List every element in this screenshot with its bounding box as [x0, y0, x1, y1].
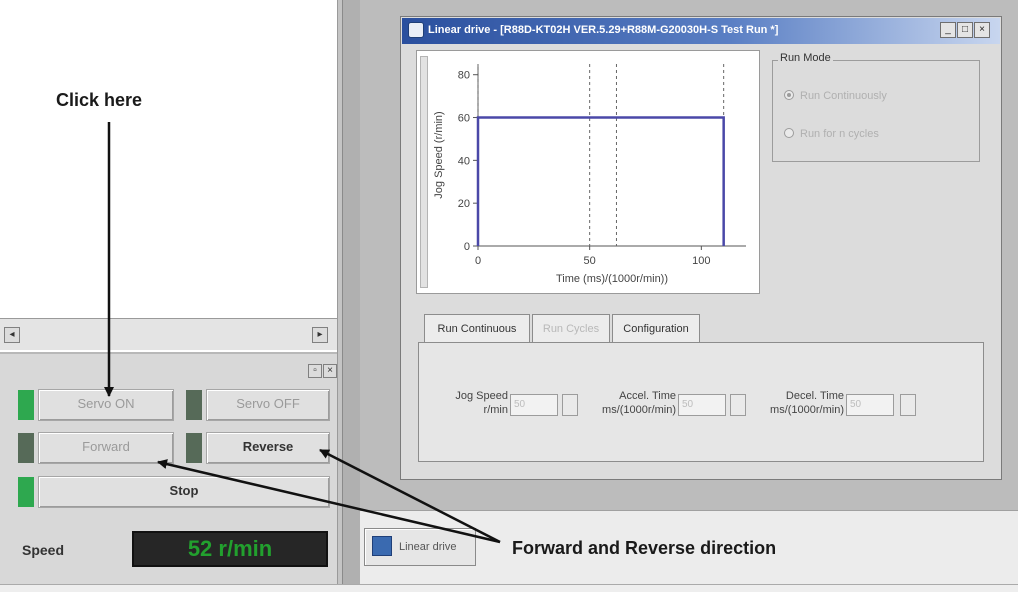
panel-restore-icon[interactable]: ▫ [308, 364, 322, 378]
jog-speed-series-line [476, 116, 725, 246]
y-axis-label: Jog Speed (r/min) [433, 111, 445, 198]
chart-svg: 0 20 40 60 80 0 50 100 Time (ms)/(1000r/min)) Jog… [433, 64, 746, 285]
y-tick-label: 20 [458, 198, 470, 210]
y-tick-label: 80 [458, 70, 470, 82]
accel-time-input[interactable]: 50 [678, 394, 726, 416]
stop-indicator [18, 477, 34, 507]
reverse-button[interactable]: Reverse [206, 432, 330, 464]
tab-run-continuous[interactable]: Run Continuous [424, 314, 530, 344]
mdi-frame-border [342, 0, 360, 584]
forward-button[interactable]: Forward [38, 432, 174, 464]
run-continuously-label: Run Continuously [800, 90, 887, 102]
servo-on-button[interactable]: Servo ON [38, 389, 174, 421]
tab-run-cycles[interactable]: Run Cycles [532, 314, 610, 344]
window-title: Linear drive - [R88D-KT02H VER.5.29+R88M… [428, 24, 779, 36]
x-tick-label: 100 [692, 255, 710, 267]
run-cycles-label: Run for n cycles [800, 128, 879, 140]
forward-indicator [18, 433, 34, 463]
linear-drive-app-icon [372, 536, 392, 556]
servo-on-indicator [18, 390, 34, 420]
jog-speed-input[interactable]: 50 [510, 394, 558, 416]
run-mode-group [772, 60, 980, 162]
x-axis-label: Time (ms)/(1000r/min)) [556, 273, 668, 285]
left-workspace [0, 0, 342, 318]
servo-off-button[interactable]: Servo OFF [206, 389, 330, 421]
speed-display: 52 r/min [132, 531, 328, 567]
y-tick-label: 0 [464, 241, 470, 253]
decel-time-input[interactable]: 50 [846, 394, 894, 416]
speed-label: Speed [22, 542, 65, 558]
jog-speed-label: Jog Speed [455, 390, 508, 402]
accel-time-spinner[interactable] [730, 394, 746, 416]
x-tick-label: 50 [584, 255, 596, 267]
window-app-icon [408, 22, 424, 38]
click-here-annotation: Click here [56, 90, 143, 110]
x-tick-label: 0 [475, 255, 481, 267]
stop-button[interactable]: Stop [38, 476, 330, 508]
y-tick-label: 40 [458, 155, 470, 167]
horizontal-scrollbar[interactable]: ◂ ▸ [0, 318, 342, 350]
servo-off-indicator [186, 390, 202, 420]
reverse-indicator [186, 433, 202, 463]
accel-time-label: Accel. Time [619, 390, 676, 402]
panel-close-icon[interactable]: × [323, 364, 337, 378]
decel-time-unit: ms/(1000r/min) [770, 404, 844, 416]
scroll-right-icon[interactable]: ▸ [312, 327, 328, 343]
run-cycles-radio[interactable] [784, 128, 794, 138]
maximize-icon[interactable]: □ [957, 22, 973, 38]
jog-speed-unit: r/min [483, 404, 508, 416]
close-icon[interactable]: × [974, 22, 990, 38]
tab-configuration[interactable]: Configuration [612, 314, 700, 344]
decel-time-label: Decel. Time [785, 390, 844, 402]
decel-time-spinner[interactable] [900, 394, 916, 416]
accel-time-unit: ms/(1000r/min) [602, 404, 676, 416]
run-continuously-radio[interactable] [784, 90, 794, 100]
jog-speed-spinner[interactable] [562, 394, 578, 416]
run-mode-label: Run Mode [778, 52, 833, 64]
minimize-icon[interactable]: _ [940, 22, 956, 38]
scroll-left-icon[interactable]: ◂ [4, 327, 20, 343]
y-tick-label: 60 [458, 113, 470, 125]
direction-annotation: Forward and Reverse direction [512, 538, 777, 558]
status-bar [0, 584, 1018, 592]
taskbar-item-label: Linear drive [399, 541, 457, 553]
chart-vertical-slider[interactable] [420, 56, 428, 288]
